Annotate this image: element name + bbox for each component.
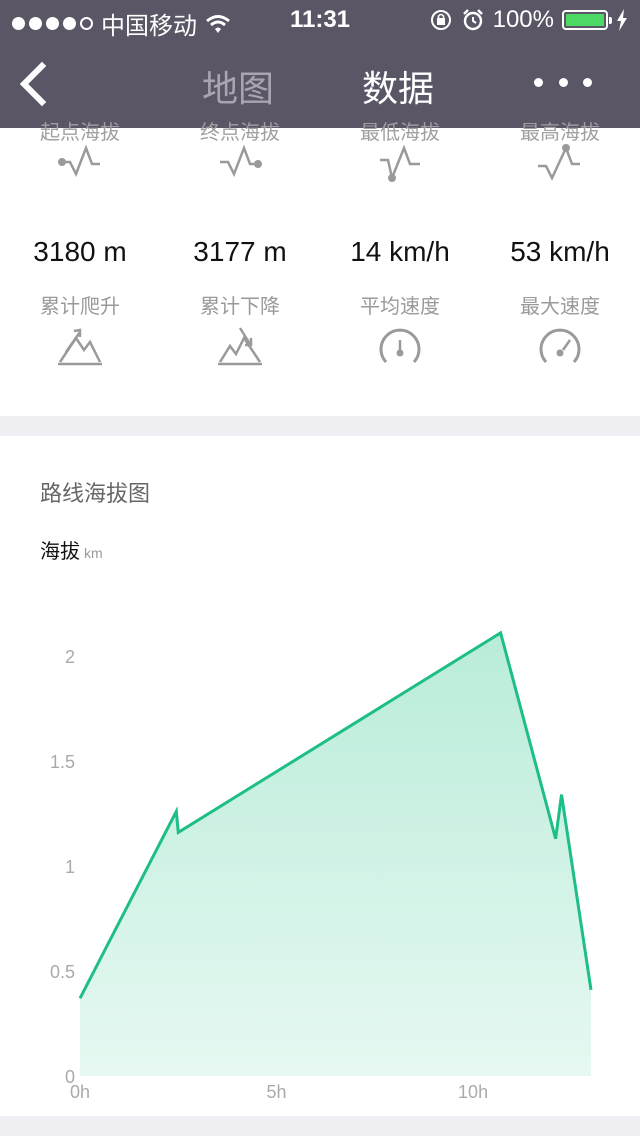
avg-speed-value: 14 km/h (350, 236, 450, 267)
battery-percent: 100% (492, 6, 554, 33)
y-tick-label: 0.5 (50, 962, 75, 982)
x-tick-label: 5h (267, 1082, 287, 1102)
charging-icon (617, 9, 627, 31)
max-elevation-label: 最高海拔 (520, 122, 600, 144)
battery-icon (562, 10, 612, 30)
end-elevation-icon (220, 144, 262, 178)
total-ascent-value: 3180 m (33, 236, 127, 267)
tab-data[interactable]: 数据 (362, 60, 434, 112)
stats-card: 起点海拔 终点海拔 最低海拔 最高海拔 3180 m 3177 m 14 km/… (0, 122, 640, 416)
elevation-chart-card: 路线海拔图 海拔 km 0 0.5 1 1.5 2 0h 5h 10h (0, 436, 640, 1116)
start-elevation-label: 起点海拔 (40, 122, 120, 144)
total-descent-label: 累计下降 (200, 296, 280, 318)
max-elevation-icon (538, 144, 580, 181)
nav-bar: 地图 数据 (0, 40, 640, 128)
ascent-mountain-icon (58, 328, 102, 366)
max-speed-value: 53 km/h (510, 236, 610, 267)
alarm-icon (462, 9, 483, 31)
elevation-chart: 00.511.520h 5h 10h (50, 630, 593, 1102)
total-descent-value: 3177 m (193, 236, 287, 267)
y-tick-label: 2 (65, 647, 75, 667)
status-bar: 中国移动 11:31 100% (0, 0, 640, 40)
total-ascent-label: 累计爬升 (40, 296, 120, 318)
more-options-icon[interactable] (534, 78, 592, 90)
end-elevation-label: 终点海拔 (200, 122, 280, 144)
min-elevation-icon (380, 144, 420, 183)
rotation-lock-icon (430, 10, 451, 30)
y-tick-label: 1 (65, 857, 75, 877)
avg-speed-label: 平均速度 (360, 296, 440, 318)
avg-speed-gauge-icon (379, 328, 421, 364)
min-elevation-label: 最低海拔 (360, 122, 440, 144)
y-tick-label: 1.5 (50, 752, 75, 772)
max-speed-label: 最大速度 (520, 296, 600, 318)
x-tick-label: 0h (70, 1082, 90, 1102)
descent-mountain-icon (218, 327, 262, 366)
start-elevation-icon (58, 144, 100, 178)
header: 中国移动 11:31 100% 地图 数据 (0, 0, 640, 128)
tab-map[interactable]: 地图 (202, 60, 274, 112)
max-speed-gauge-icon (539, 328, 581, 364)
back-icon[interactable] (14, 62, 54, 106)
x-tick-label: 10h (458, 1082, 488, 1102)
elevation-area (80, 632, 591, 1076)
